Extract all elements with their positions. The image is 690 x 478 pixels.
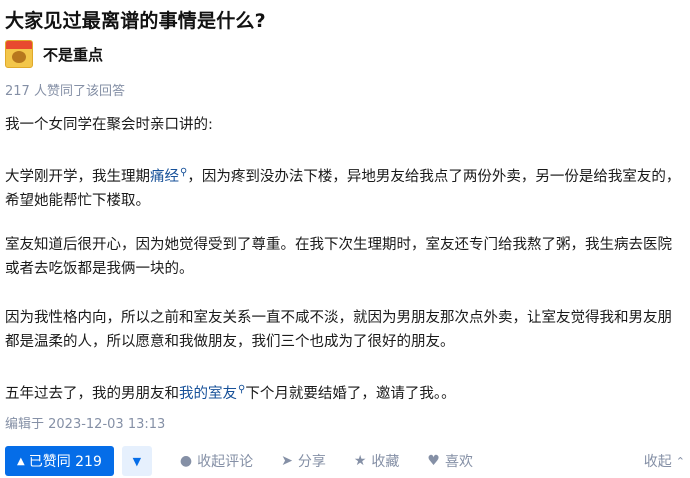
keyword-link-tongjing[interactable]: 痛经⚲ bbox=[150, 167, 187, 185]
heart-icon: ♥ bbox=[427, 453, 440, 469]
share-button[interactable]: ➤ 分享 bbox=[281, 451, 326, 471]
edit-timestamp[interactable]: 编辑于 2023-12-03 13:13 bbox=[5, 413, 165, 432]
favorite-button[interactable]: ★ 收藏 bbox=[354, 451, 400, 471]
like-label: 喜欢 bbox=[444, 454, 473, 470]
paragraph-5-text-b: 下个月就要结婚了，邀请了我。。 bbox=[245, 385, 456, 402]
comment-label: 收起评论 bbox=[197, 454, 254, 470]
action-bar: ▲ 已赞同 219 ▼ ● 收起评论 ➤ 分享 ★ 收藏 ♥ 喜欢 收起 ⌃ bbox=[5, 446, 685, 476]
paragraph-2: 大学刚开学，我生理期痛经⚲，因为疼到没办法下楼，异地男友给我点了两份外卖，另一份… bbox=[5, 161, 685, 213]
collapse-label: 收起 bbox=[643, 454, 672, 470]
comment-bubble-icon: ● bbox=[179, 453, 193, 469]
keyword-link-text[interactable]: 我的室友 bbox=[179, 386, 237, 402]
upvote-label: 已赞同 219 bbox=[28, 454, 102, 470]
comment-button[interactable]: ● 收起评论 bbox=[180, 451, 253, 471]
downvote-button[interactable]: ▼ bbox=[121, 446, 152, 476]
paper-plane-icon: ➤ bbox=[281, 453, 293, 469]
triangle-down-icon: ▼ bbox=[132, 454, 142, 468]
author-info: 不是重点 bbox=[5, 40, 103, 68]
question-title[interactable]: 大家见过最离谱的事情是什么? bbox=[5, 6, 266, 33]
favorite-label: 收藏 bbox=[371, 454, 400, 470]
collapse-button[interactable]: 收起 ⌃ bbox=[644, 451, 685, 471]
chevron-up-icon: ⌃ bbox=[675, 454, 685, 468]
paragraph-3: 室友知道后很开心，因为她觉得受到了尊重。在我下次生理期时，室友还专门给我熬了粥，… bbox=[5, 237, 672, 277]
star-icon: ★ bbox=[353, 453, 367, 469]
paragraph-5: 五年过去了，我的男朋友和我的室友⚲下个月就要结婚了，邀请了我。。 bbox=[5, 378, 685, 406]
author-name[interactable]: 不是重点 bbox=[43, 44, 103, 65]
avatar[interactable] bbox=[5, 40, 33, 68]
like-button[interactable]: ♥ 喜欢 bbox=[427, 451, 473, 471]
paragraph-2-text-a: 大学刚开学，我生理期 bbox=[5, 168, 150, 185]
keyword-link-roommate[interactable]: 我的室友⚲ bbox=[179, 384, 245, 402]
keyword-link-text[interactable]: 痛经 bbox=[150, 169, 179, 185]
share-label: 分享 bbox=[297, 454, 326, 470]
paragraph-4: 因为我性格内向，所以之前和室友关系一直不咸不淡，就因为男朋友那次点外卖，让室友觉… bbox=[5, 310, 672, 350]
upvote-button[interactable]: ▲ 已赞同 219 bbox=[5, 446, 114, 476]
paragraph-1: 我一个女同学在聚会时亲口讲的: bbox=[5, 117, 213, 133]
triangle-up-icon: ▲ bbox=[17, 455, 25, 467]
upvote-count-text: 217 人赞同了该回答 bbox=[5, 84, 125, 99]
paragraph-5-text-a: 五年过去了，我的男朋友和 bbox=[5, 385, 179, 402]
